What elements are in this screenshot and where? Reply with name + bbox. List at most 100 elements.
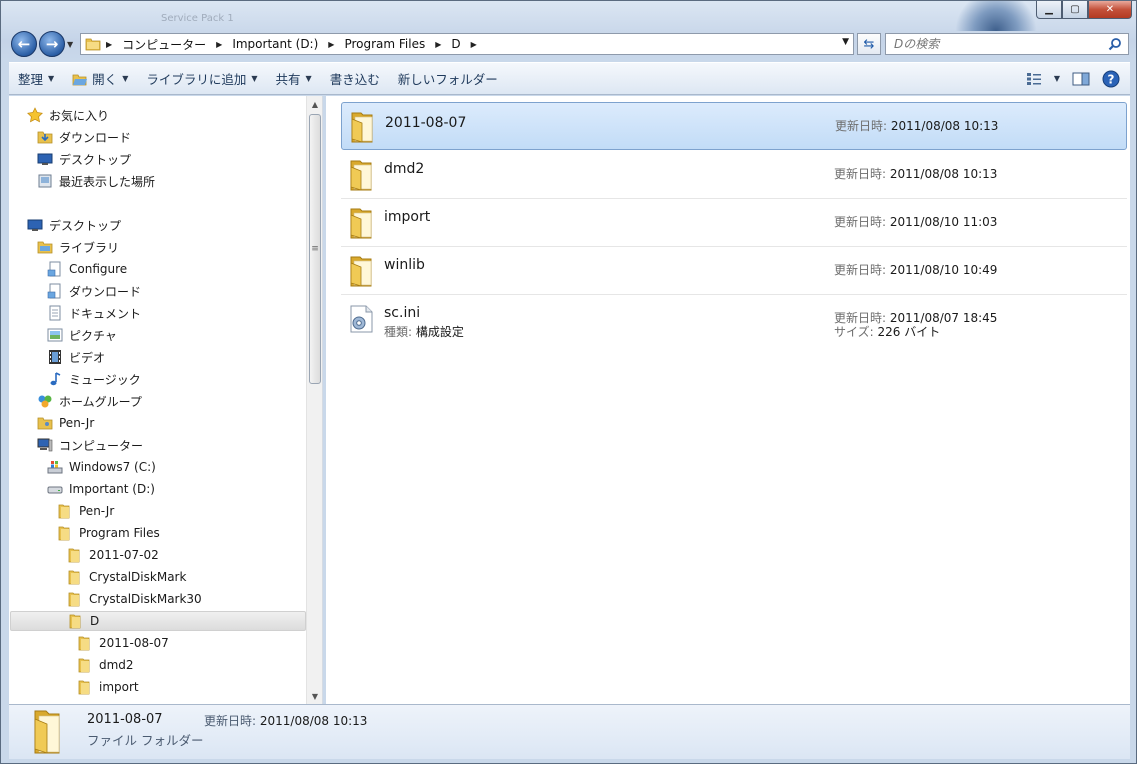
- folder-icon: [69, 614, 81, 629]
- minimize-button[interactable]: ▁: [1036, 1, 1062, 19]
- hard-drive-icon: [47, 486, 63, 494]
- new-folder-button[interactable]: 新しいフォルダー: [389, 63, 507, 94]
- tree-item-2011-07-02[interactable]: 2011-07-02: [67, 545, 159, 565]
- tree-item-favorites[interactable]: お気に入り: [27, 105, 109, 125]
- folder-icon: [34, 710, 60, 754]
- tree-item-d-pen-jr[interactable]: Pen-Jr: [57, 501, 114, 521]
- refresh-icon: ⇆: [863, 36, 875, 52]
- preview-pane-icon[interactable]: [1072, 72, 1090, 86]
- tree-item-library-downloads[interactable]: ダウンロード: [47, 281, 141, 301]
- user-folder-icon: [37, 417, 53, 430]
- tree-label: コンピューター: [59, 438, 144, 453]
- address-dropdown-icon[interactable]: ▼: [842, 37, 849, 47]
- address-bar[interactable]: ▶ コンピューター ▶ Important (D:) ▶ Program Fil…: [80, 33, 854, 55]
- nav-scrollbar[interactable]: ▲ ≡ ▼: [306, 96, 322, 704]
- tree-item-homegroup[interactable]: ホームグループ: [37, 391, 142, 411]
- tree-item-pictures[interactable]: ピクチャ: [47, 325, 117, 345]
- recent-pages-dropdown[interactable]: ▼: [67, 40, 73, 49]
- tree-item-crystaldiskmark30[interactable]: CrystalDiskMark30: [67, 589, 202, 609]
- search-icon[interactable]: [1108, 37, 1122, 51]
- chevron-down-icon: ▼: [251, 74, 258, 83]
- tree-item-crystaldiskmark[interactable]: CrystalDiskMark: [67, 567, 186, 587]
- tree-item-libraries[interactable]: ライブラリ: [37, 237, 119, 257]
- tree-item-desktop-favorite[interactable]: デスクトップ: [37, 149, 131, 169]
- tree-item-videos[interactable]: ビデオ: [47, 347, 105, 367]
- tree-label: ピクチャ: [69, 328, 117, 343]
- list-item-sc-ini[interactable]: sc.ini 種類: 構成設定 更新日時: 2011/08/07 18:45 サ…: [341, 295, 1127, 343]
- downloads-folder-icon: [37, 131, 53, 144]
- chevron-right-icon[interactable]: ▶: [323, 34, 339, 54]
- breadcrumb-drive-d[interactable]: Important (D:): [227, 34, 323, 54]
- library-document-icon: [47, 283, 61, 299]
- tree-item-downloads[interactable]: ダウンロード: [37, 127, 131, 147]
- tree-item-computer[interactable]: コンピューター: [37, 435, 143, 455]
- tree-item-configure[interactable]: Configure: [47, 259, 127, 279]
- list-item-winlib[interactable]: winlib 更新日時: 2011/08/10 10:49: [341, 247, 1127, 295]
- document-icon: [49, 305, 61, 321]
- tree-label: ダウンロード: [69, 284, 142, 299]
- chevron-right-icon[interactable]: ▶: [101, 34, 117, 54]
- windows-logo-icon: [951, 1, 1041, 31]
- tree-item-program-files[interactable]: Program Files: [57, 523, 160, 543]
- folder-icon: [68, 570, 80, 585]
- details-pane: 2011-08-07 更新日時: 2011/08/08 10:13 ファイル フ…: [9, 704, 1130, 759]
- folder-icon: [58, 504, 70, 519]
- tree-item-recent-places[interactable]: 最近表示した場所: [37, 171, 155, 191]
- tree-label: dmd2: [99, 658, 134, 672]
- view-controls: ▼ ?: [1026, 63, 1120, 94]
- view-dropdown-icon[interactable]: ▼: [1054, 74, 1060, 83]
- tree-label: Configure: [69, 262, 128, 276]
- list-item-import[interactable]: import 更新日時: 2011/08/10 11:03: [341, 199, 1127, 247]
- maximize-button[interactable]: ▢: [1062, 1, 1088, 19]
- breadcrumb-d[interactable]: D: [446, 34, 465, 54]
- folder-icon: [78, 636, 90, 651]
- view-options-icon[interactable]: [1026, 72, 1042, 86]
- tree-label: 2011-08-07: [99, 636, 169, 650]
- chevron-down-icon: ▼: [122, 74, 129, 83]
- item-name: winlib: [384, 257, 425, 273]
- tree-item-2011-08-07[interactable]: 2011-08-07: [77, 633, 169, 653]
- forward-button[interactable]: →: [39, 31, 65, 57]
- tree-item-music[interactable]: ミュージック: [47, 369, 141, 389]
- tree-label: お気に入り: [49, 108, 110, 123]
- back-button[interactable]: ←: [11, 31, 37, 57]
- open-button[interactable]: 開く ▼: [63, 63, 137, 94]
- item-name: dmd2: [384, 161, 425, 177]
- tree-item-drive-d[interactable]: Important (D:): [47, 479, 155, 499]
- folder-icon: [350, 208, 372, 239]
- search-input[interactable]: [886, 34, 1096, 54]
- list-item-2011-08-07[interactable]: 2011-08-07 更新日時: 2011/08/08 10:13: [341, 102, 1127, 150]
- item-type: 種類: 構成設定: [384, 325, 464, 339]
- list-item-dmd2[interactable]: dmd2 更新日時: 2011/08/08 10:13: [341, 151, 1127, 199]
- item-size: サイズ: 226 バイト: [834, 325, 941, 339]
- tree-item-dmd2[interactable]: dmd2: [77, 655, 134, 675]
- item-modified: 更新日時: 2011/08/08 10:13: [834, 167, 998, 181]
- tree-label: Important (D:): [69, 482, 155, 496]
- tree-item-drive-c[interactable]: Windows7 (C:): [47, 457, 156, 477]
- share-label: 共有: [275, 72, 301, 87]
- scroll-up-icon[interactable]: ▲: [307, 96, 322, 112]
- details-item-type: ファイル フォルダー: [87, 733, 204, 748]
- scrollbar-thumb[interactable]: ≡: [309, 114, 321, 384]
- chevron-right-icon[interactable]: ▶: [430, 34, 446, 54]
- organize-button[interactable]: 整理 ▼: [9, 63, 63, 94]
- tree-item-documents[interactable]: ドキュメント: [47, 303, 141, 323]
- breadcrumb-program-files[interactable]: Program Files: [339, 34, 430, 54]
- chevron-right-icon[interactable]: ▶: [211, 34, 227, 54]
- refresh-button[interactable]: ⇆: [857, 33, 881, 55]
- tree-item-desktop[interactable]: デスクトップ: [27, 215, 121, 235]
- tree-item-import[interactable]: import: [77, 677, 139, 697]
- tree-label: Program Files: [79, 526, 160, 540]
- breadcrumb-computer[interactable]: コンピューター: [117, 34, 211, 54]
- burn-button[interactable]: 書き込む: [321, 63, 389, 94]
- scroll-down-icon[interactable]: ▼: [307, 688, 322, 704]
- share-button[interactable]: 共有 ▼: [267, 63, 321, 94]
- search-box[interactable]: [885, 33, 1129, 55]
- add-to-library-button[interactable]: ライブラリに追加 ▼: [137, 63, 266, 94]
- close-button[interactable]: ✕: [1088, 1, 1132, 19]
- tree-item-pen-jr[interactable]: Pen-Jr: [37, 413, 94, 433]
- help-icon[interactable]: ?: [1102, 70, 1120, 88]
- tree-item-d-selected[interactable]: D: [10, 611, 306, 631]
- chevron-right-icon[interactable]: ▶: [466, 34, 482, 54]
- desktop-icon: [27, 219, 43, 231]
